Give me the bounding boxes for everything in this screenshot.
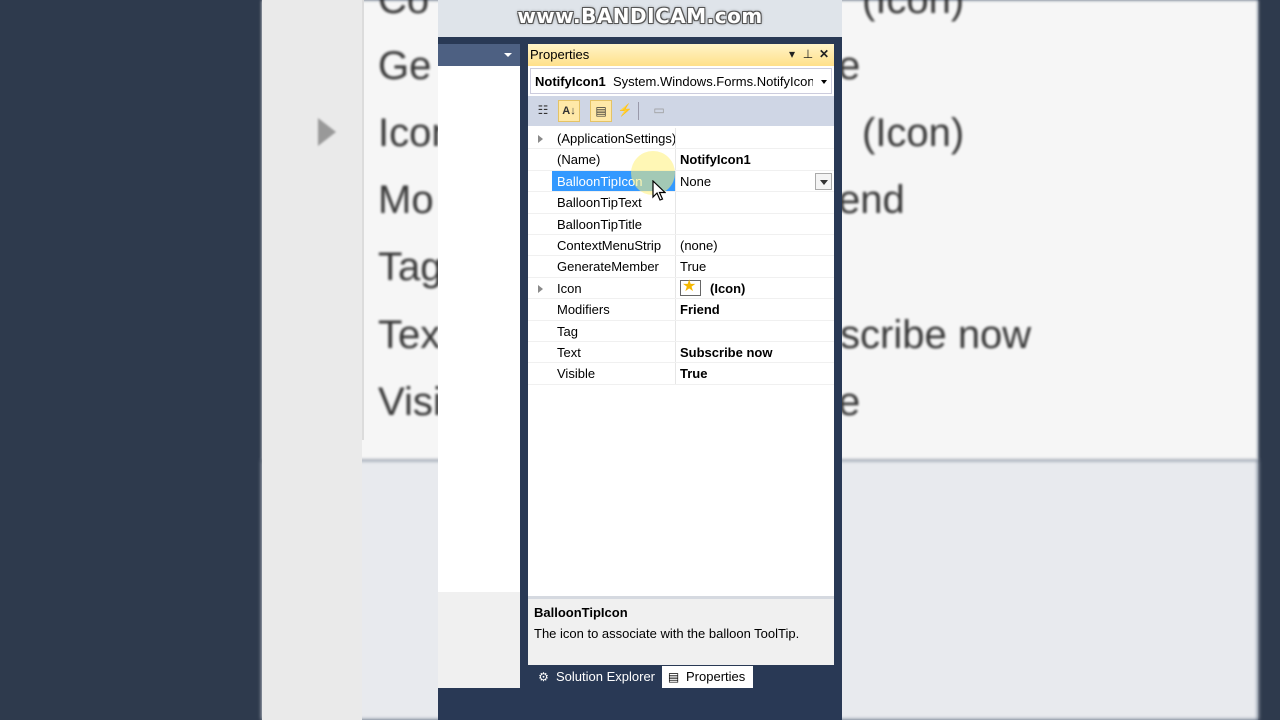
ide-frame: www.BANDICAM.com Properties ▾ ⊥ ✕ Notify… <box>438 0 842 720</box>
property-row[interactable]: Tag <box>528 320 834 342</box>
background-text: (Icon) <box>862 0 965 22</box>
dock-dropdown-icon[interactable] <box>504 53 512 57</box>
left-dock-header[interactable] <box>438 44 520 66</box>
property-name[interactable]: GenerateMember <box>554 256 676 277</box>
property-row[interactable]: Visible True <box>528 363 834 385</box>
property-row[interactable]: (ApplicationSettings) <box>528 128 834 150</box>
alphabetical-icon[interactable]: A↓ <box>558 100 580 122</box>
star-icon: ★ <box>680 278 701 296</box>
property-name[interactable]: ContextMenuStrip <box>554 235 676 256</box>
background-text: scribe now <box>840 313 1032 357</box>
background-text: Ge <box>378 44 432 88</box>
window-position-icon[interactable]: ▾ <box>784 46 800 62</box>
recorder-watermark: www.BANDICAM.com <box>517 4 763 28</box>
events-icon[interactable]: ⚡ <box>614 100 636 122</box>
background-text: (Icon) <box>862 111 965 155</box>
property-value[interactable] <box>680 128 830 148</box>
tab-solution-explorer[interactable]: ⚙ Solution Explorer <box>532 666 655 688</box>
background-text: end <box>838 178 905 222</box>
property-row[interactable]: GenerateMember True <box>528 256 834 278</box>
property-name[interactable]: Tag <box>554 320 676 341</box>
description-pane: BalloonTipIcon The icon to associate wit… <box>528 596 834 665</box>
property-value[interactable]: True <box>680 256 830 276</box>
tab-label: Properties <box>686 669 746 684</box>
property-grid: (ApplicationSettings) (Name) NotifyIcon1… <box>528 128 834 385</box>
row-gutter <box>528 299 552 320</box>
property-value[interactable]: None <box>680 171 830 191</box>
expand-arrow-icon[interactable] <box>538 284 543 293</box>
property-name[interactable]: Icon <box>554 277 676 299</box>
background-text: Co <box>378 0 430 22</box>
row-gutter <box>528 235 552 256</box>
pin-icon[interactable]: ⊥ <box>800 46 816 62</box>
property-row[interactable]: ContextMenuStrip (none) <box>528 235 834 257</box>
component-tray[interactable] <box>438 592 520 688</box>
tab-label: Solution Explorer <box>556 669 655 684</box>
chevron-down-icon[interactable] <box>821 80 827 84</box>
property-value[interactable]: (Icon) <box>710 278 745 299</box>
property-name[interactable]: (ApplicationSettings) <box>554 128 676 149</box>
object-selector[interactable]: NotifyIcon1 System.Windows.Forms.NotifyI… <box>530 68 832 94</box>
property-name[interactable]: Modifiers <box>554 299 676 320</box>
value-dropdown-button[interactable] <box>815 172 832 190</box>
properties-toolbar: ☷ A↓ ▤ ⚡ ▭ <box>528 96 834 126</box>
property-row[interactable]: BalloonTipText <box>528 192 834 214</box>
row-gutter <box>528 213 552 234</box>
description-text: The icon to associate with the balloon T… <box>534 626 800 641</box>
properties-tab-icon: ▤ <box>667 670 680 684</box>
row-gutter <box>528 320 552 341</box>
row-gutter <box>528 256 552 277</box>
background-text: Tag <box>378 245 443 289</box>
properties-titlebar[interactable]: Properties ▾ ⊥ ✕ <box>528 44 834 66</box>
tab-properties[interactable]: ▤ Properties <box>662 666 754 688</box>
row-gutter <box>528 149 552 170</box>
property-row-selected[interactable]: BalloonTipIcon None <box>528 170 834 193</box>
property-name[interactable]: Text <box>554 342 676 363</box>
background-gutter <box>262 0 362 720</box>
background-text: Mo <box>378 178 434 222</box>
bottom-dock-tabs: ⚙ Solution Explorer ▤ Properties <box>528 665 834 689</box>
property-value[interactable] <box>680 214 830 234</box>
property-value[interactable]: True <box>680 363 830 383</box>
description-title: BalloonTipIcon <box>534 605 628 620</box>
property-row[interactable]: Modifiers Friend <box>528 299 834 321</box>
mouse-cursor-icon <box>652 180 666 201</box>
row-gutter <box>528 170 552 192</box>
property-value[interactable] <box>680 192 830 212</box>
property-row[interactable]: BalloonTipTitle <box>528 213 834 235</box>
background-dark-right <box>1258 0 1280 720</box>
solution-explorer-icon: ⚙ <box>538 670 549 684</box>
background-expander-icon <box>318 118 336 146</box>
property-value[interactable]: Friend <box>680 299 830 319</box>
properties-icon[interactable]: ▤ <box>590 100 612 122</box>
property-pages-icon[interactable]: ▭ <box>648 100 670 122</box>
properties-title: Properties <box>530 47 590 62</box>
properties-window: Properties ▾ ⊥ ✕ NotifyIcon1 System.Wind… <box>528 44 834 665</box>
property-row[interactable]: (Name) NotifyIcon1 <box>528 149 834 171</box>
toolbar-separator <box>638 102 639 120</box>
background-dark-left <box>0 0 262 720</box>
selected-object-type: System.Windows.Forms.NotifyIcon <box>613 74 813 89</box>
property-row[interactable]: Text Subscribe now <box>528 342 834 364</box>
property-value[interactable]: Subscribe now <box>680 342 830 362</box>
expand-arrow-icon[interactable] <box>538 135 543 143</box>
background-text: Visi <box>378 380 442 424</box>
background-text: Tex <box>378 313 441 357</box>
row-gutter <box>528 342 552 363</box>
property-name[interactable]: BalloonTipTitle <box>554 213 676 234</box>
designer-surface[interactable] <box>438 66 520 592</box>
background-separator <box>362 0 364 440</box>
close-icon[interactable]: ✕ <box>816 46 832 62</box>
property-name[interactable]: Visible <box>554 363 676 384</box>
property-value[interactable]: NotifyIcon1 <box>680 149 830 169</box>
categorized-icon[interactable]: ☷ <box>532 100 554 122</box>
property-row[interactable]: Icon ★ (Icon) <box>528 277 834 300</box>
row-gutter <box>528 192 552 213</box>
property-value[interactable] <box>680 321 830 341</box>
property-value[interactable]: (none) <box>680 235 830 255</box>
selected-object-name: NotifyIcon1 <box>535 74 606 89</box>
row-gutter <box>528 363 552 384</box>
